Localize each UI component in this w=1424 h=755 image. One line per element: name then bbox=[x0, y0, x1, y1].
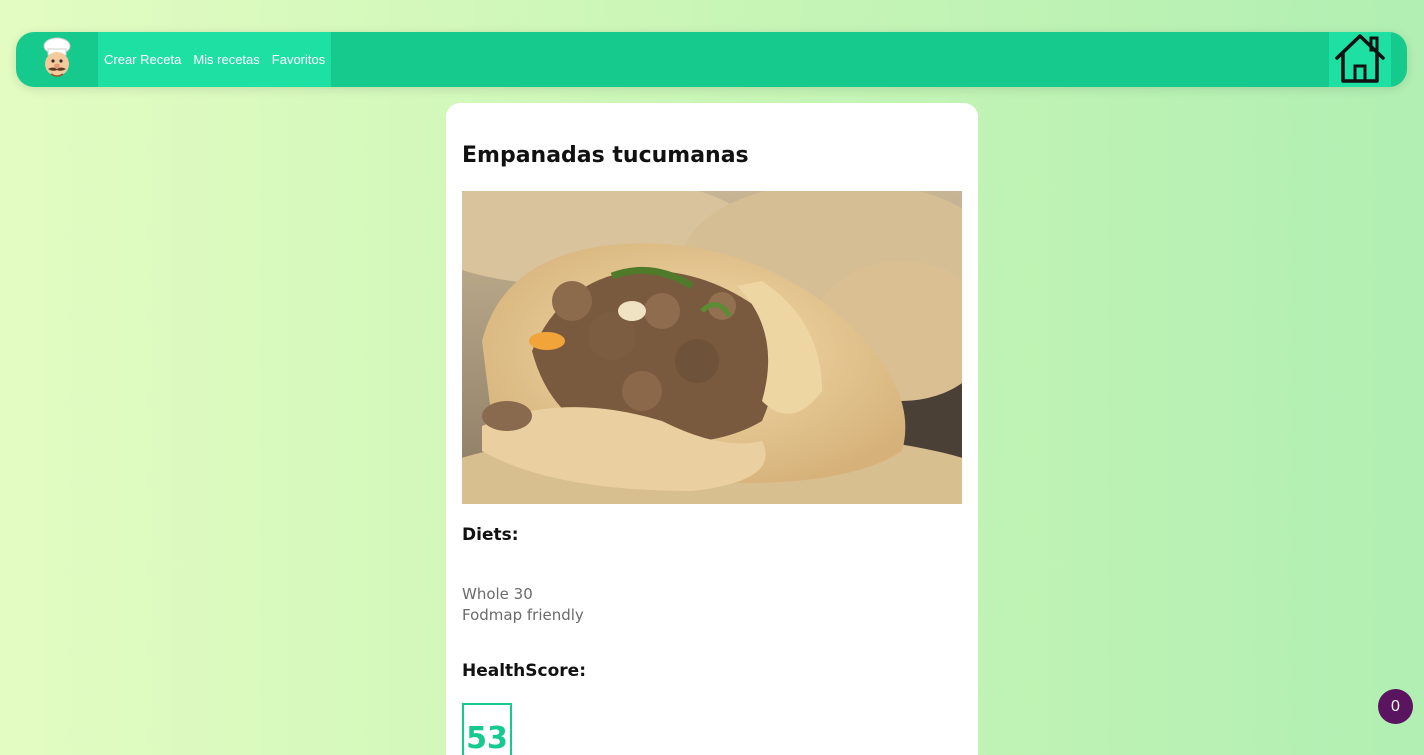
home-button[interactable] bbox=[1329, 32, 1391, 87]
navbar: Crear Receta Mis recetas Favoritos bbox=[16, 32, 1407, 87]
health-score-value: 53 bbox=[462, 703, 512, 755]
favorites-count-badge[interactable]: 0 bbox=[1378, 689, 1413, 724]
diet-item: Fodmap friendly bbox=[462, 606, 584, 624]
chef-icon bbox=[36, 36, 78, 84]
nav-link-favoritos[interactable]: Favoritos bbox=[272, 52, 325, 67]
healthscore-heading: HealthScore: bbox=[462, 661, 586, 681]
nav-link-mis-recetas[interactable]: Mis recetas bbox=[193, 52, 259, 67]
nav-link-crear-receta[interactable]: Crear Receta bbox=[104, 52, 181, 67]
recipe-title: Empanadas tucumanas bbox=[462, 143, 749, 168]
diets-heading: Diets: bbox=[462, 525, 519, 545]
home-icon bbox=[1333, 32, 1387, 88]
recipe-card: Empanadas tucumanas Diets: Whole 30 Fodm… bbox=[446, 103, 978, 755]
recipe-image bbox=[462, 191, 962, 504]
diet-item: Whole 30 bbox=[462, 585, 533, 603]
nav-links: Crear Receta Mis recetas Favoritos bbox=[98, 32, 332, 87]
logo[interactable] bbox=[16, 32, 98, 87]
diet-list: Whole 30 Fodmap friendly bbox=[462, 584, 584, 626]
